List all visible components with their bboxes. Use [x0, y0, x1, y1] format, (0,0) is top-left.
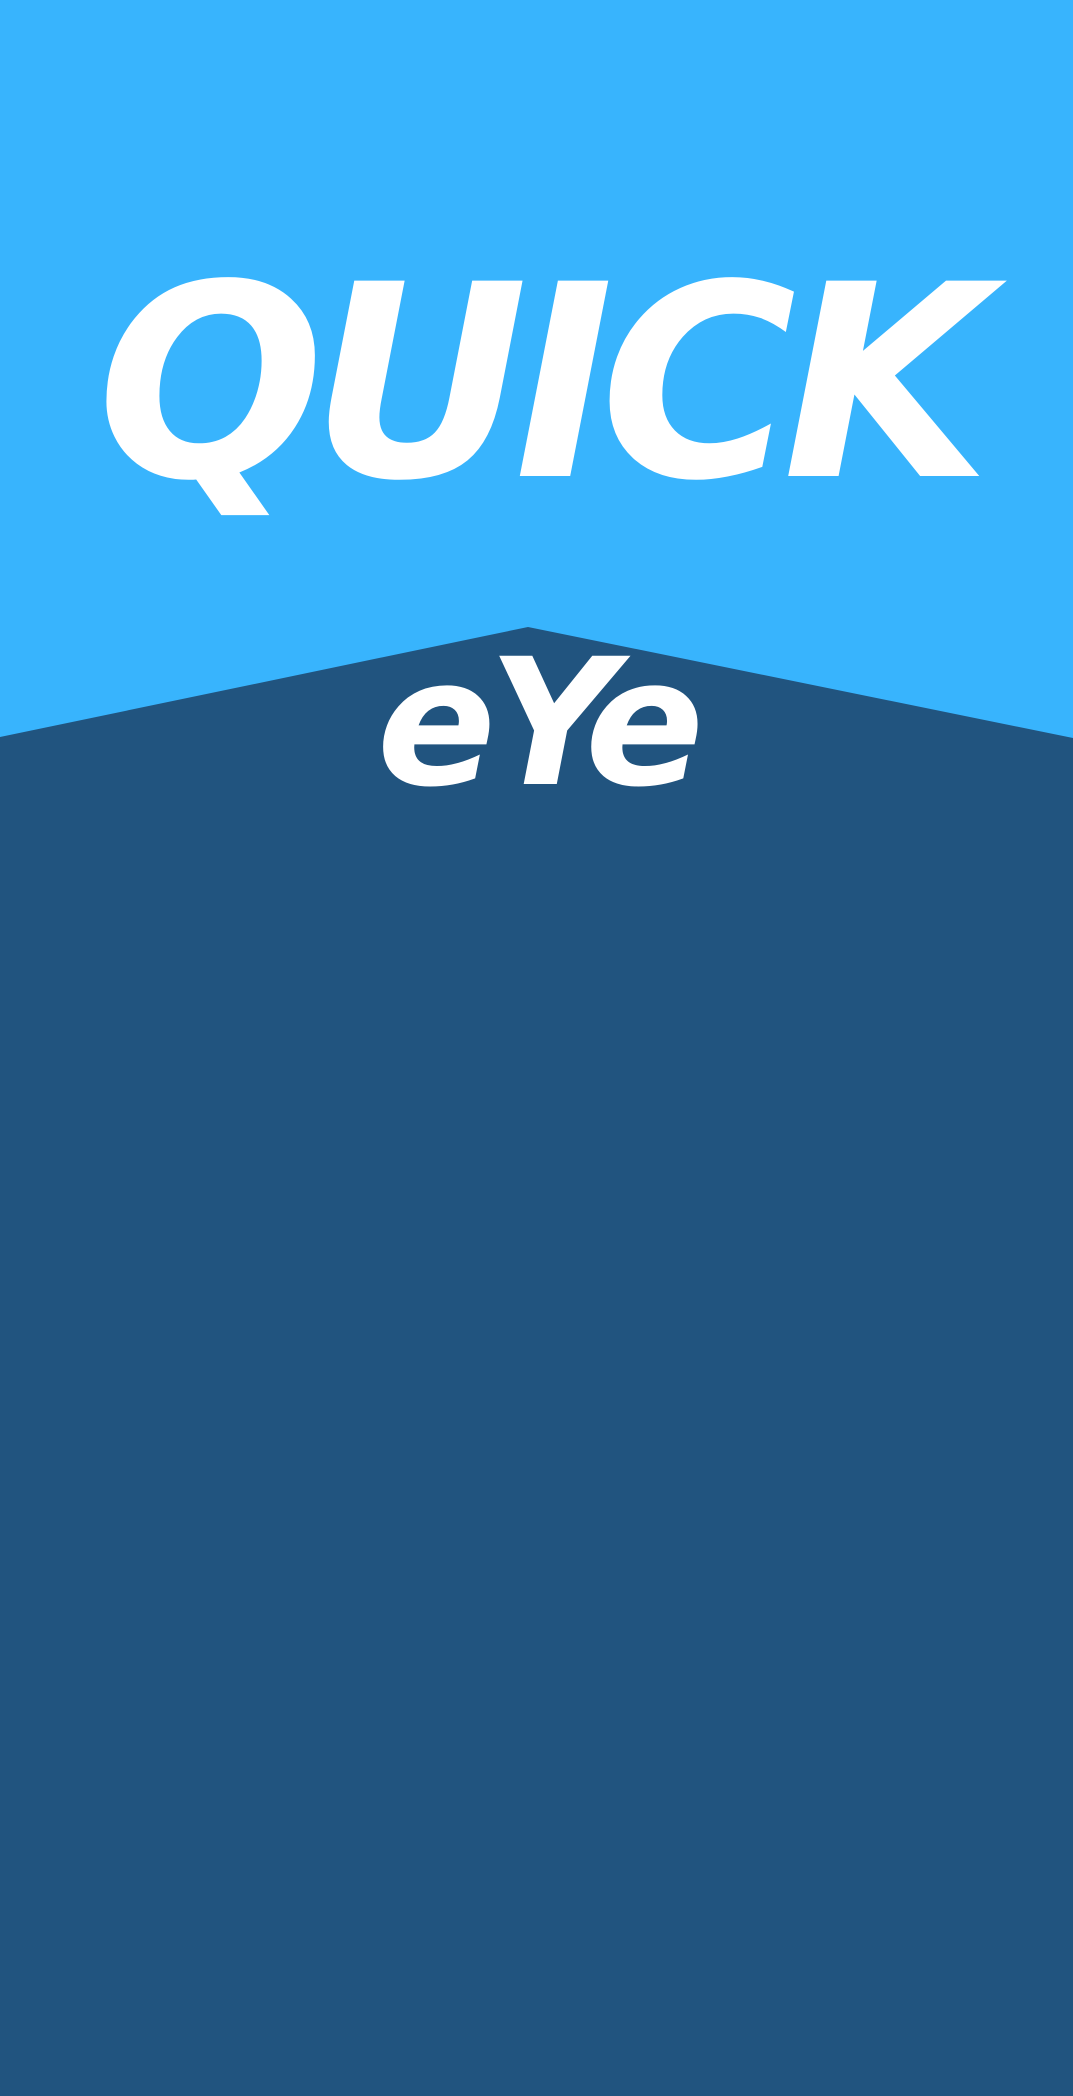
logo-wordmark-quick: QUICK — [96, 228, 991, 540]
logo-wordmark-eye: eYe — [376, 621, 705, 826]
